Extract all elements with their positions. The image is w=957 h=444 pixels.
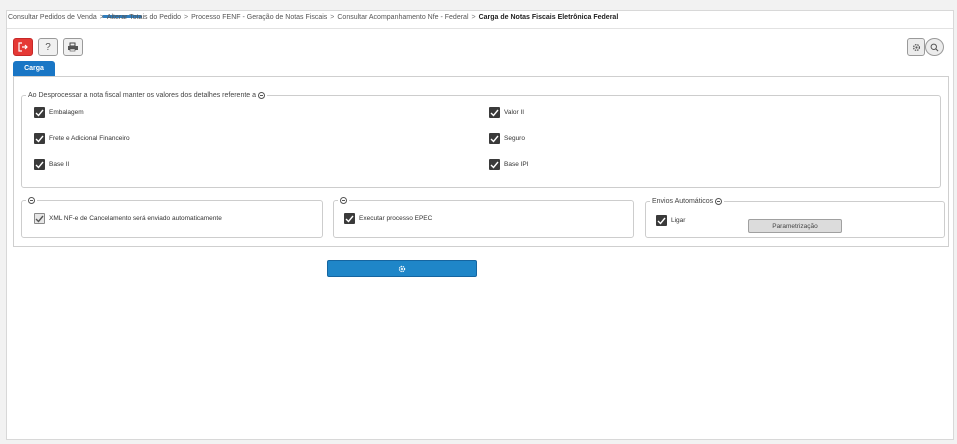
tab-carga[interactable]: Carga — [13, 61, 55, 76]
parametrizacao-button[interactable]: Parametrização — [748, 219, 842, 233]
page-frame: Consultar Pedidos de Venda > Alterar Totai… — [6, 10, 954, 440]
breadcrumb: Consultar Pedidos de Venda > Alterar Totai… — [7, 14, 955, 28]
group-xml-legend — [26, 197, 37, 204]
breadcrumb-separator: > — [330, 14, 335, 21]
help-icon: ? — [45, 41, 51, 53]
help-button[interactable]: ? — [38, 38, 58, 56]
group-epec: Executar processo EPEC — [333, 197, 634, 238]
printer-icon — [68, 42, 78, 52]
checkbox-base-ipi[interactable]: Base IPI — [489, 159, 529, 170]
collapse-icon[interactable] — [258, 92, 266, 99]
tab-label: Carga — [24, 65, 44, 72]
checkmark-icon — [344, 213, 355, 224]
search-button[interactable] — [925, 38, 944, 56]
checkbox-label: Embalagem — [49, 109, 84, 116]
gear-icon — [398, 265, 406, 272]
group-detalhes-legend: Ao Desprocessar a nota fiscal manter os … — [26, 91, 267, 100]
checkbox-executar-epec[interactable]: Executar processo EPEC — [344, 213, 432, 224]
search-icon — [930, 43, 939, 51]
breadcrumb-item-acompanhamento[interactable]: Consultar Acompanhamento Nfe - Federal — [337, 14, 468, 21]
checkmark-icon — [489, 133, 500, 144]
breadcrumb-item-pedidos[interactable]: Consultar Pedidos de Venda — [8, 14, 97, 21]
group-xml-cancelamento: XML NF-e de Cancelamento será enviado au… — [21, 197, 323, 238]
breadcrumb-item-current: Carga de Notas Fiscais Eletrônica Federa… — [478, 14, 619, 21]
collapse-icon[interactable] — [715, 198, 723, 205]
breadcrumb-item-totais[interactable]: Alterar Totais do Pedido — [107, 14, 181, 21]
checkbox-frete[interactable]: Frete e Adicional Financeiro — [34, 133, 130, 144]
group-epec-legend — [338, 197, 349, 204]
checkmark-icon — [34, 133, 45, 144]
group-envios-legend: Envios Automáticos — [650, 197, 724, 206]
checkbox-base-ii[interactable]: Base II — [34, 159, 69, 170]
checkmark-icon — [489, 107, 500, 118]
checkbox-ligar[interactable]: Ligar — [656, 215, 685, 226]
exit-button[interactable] — [13, 38, 33, 56]
breadcrumb-separator: > — [471, 14, 476, 21]
group-envios-title: Envios Automáticos — [652, 198, 714, 205]
breadcrumb-divider — [7, 28, 953, 29]
breadcrumb-item-fenf[interactable]: Processo FENF - Geração de Notas Fiscais — [191, 14, 327, 21]
collapse-icon[interactable] — [340, 197, 347, 204]
checkbox-label: Seguro — [504, 135, 525, 142]
checkmark-icon — [34, 213, 45, 224]
group-detalhes-title: Ao Desprocessar a nota fiscal manter os … — [28, 92, 257, 99]
gear-icon — [912, 43, 920, 51]
checkbox-xml-cancelamento[interactable]: XML NF-e de Cancelamento será enviado au… — [34, 213, 222, 224]
checkbox-label: Executar processo EPEC — [359, 215, 433, 222]
checkbox-label: Base II — [49, 161, 70, 168]
checkbox-label: Ligar — [671, 217, 686, 224]
checkbox-embalagem[interactable]: Embalagem — [34, 107, 84, 118]
checkbox-label: Valor II — [504, 109, 525, 116]
breadcrumb-separator: > — [99, 14, 104, 21]
checkmark-icon — [34, 159, 45, 170]
checkmark-icon — [34, 107, 45, 118]
collapse-icon[interactable] — [28, 197, 35, 204]
print-button[interactable] — [63, 38, 83, 56]
checkmark-icon — [656, 215, 667, 226]
settings-button[interactable] — [907, 38, 925, 56]
checkbox-seguro[interactable]: Seguro — [489, 133, 525, 144]
checkbox-label: Base IPI — [504, 161, 529, 168]
checkbox-label: XML NF-e de Cancelamento será enviado au… — [49, 215, 222, 222]
exit-icon — [18, 42, 28, 52]
checkbox-label: Frete e Adicional Financeiro — [49, 135, 130, 142]
group-envios-automaticos: Envios Automáticos Ligar Parametrização — [645, 197, 945, 238]
group-detalhes: Ao Desprocessar a nota fiscal manter os … — [21, 91, 941, 188]
checkbox-valor-ii[interactable]: Valor II — [489, 107, 524, 118]
run-carga-button[interactable] — [327, 260, 477, 277]
tab-panel-carga: Ao Desprocessar a nota fiscal manter os … — [13, 76, 949, 247]
breadcrumb-separator: > — [184, 14, 189, 21]
checkmark-icon — [489, 159, 500, 170]
